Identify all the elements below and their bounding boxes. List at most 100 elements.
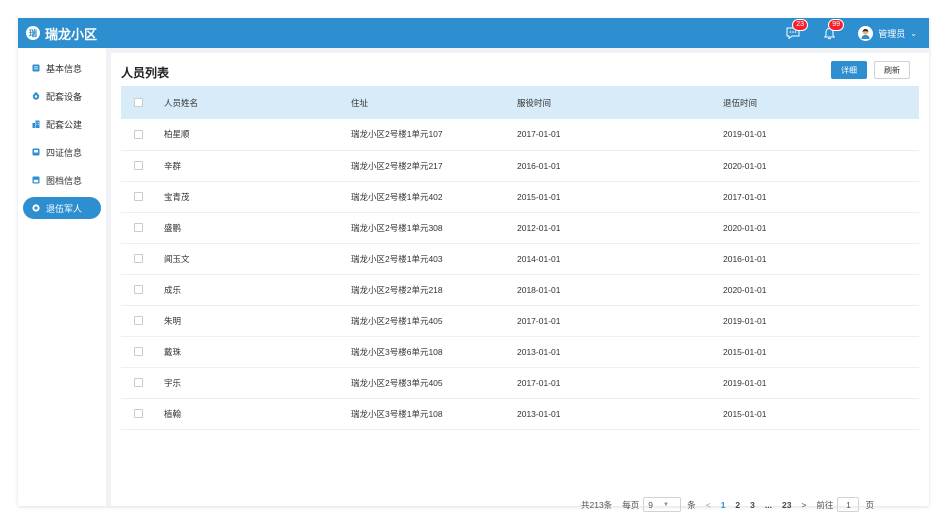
per-page-select[interactable]: 9 ▼ [643,497,682,512]
table-row[interactable]: 戴珠 瑞龙小区3号楼6单元108 2013-01-01 2015-01-01 [121,336,919,367]
cell-service-date: 2017-01-01 [517,377,561,388]
page-2-button[interactable]: 2 [735,500,740,510]
cell-retire-date: 2019-01-01 [723,129,767,140]
refresh-button[interactable]: 刷新 [874,61,910,79]
sidebar-item-basic-info[interactable]: 基本信息 [23,57,101,79]
per-page-value: 9 [648,499,653,510]
pagination: 共213条 每页 9 ▼ 条 < 1 2 3 ... 23 > 前往 1 页 [581,497,874,512]
table-row[interactable]: 成乐 瑞龙小区2号楼2单元218 2018-01-01 2020-01-01 [121,274,919,305]
cell-name: 闻玉文 [164,253,190,264]
cell-name: 植翰 [164,408,182,419]
cell-service-date: 2016-01-01 [517,160,561,171]
row-checkbox[interactable] [134,192,143,201]
logo-icon: 瑞 [26,26,40,40]
notifications-badge: 99 [828,19,845,31]
cell-service-date: 2012-01-01 [517,222,561,233]
cell-name: 宇乐 [164,377,182,388]
cell-retire-date: 2015-01-01 [723,408,767,419]
detail-button[interactable]: 详细 [831,61,867,79]
table-row[interactable]: 闻玉文 瑞龙小区2号楼1单元403 2014-01-01 2016-01-01 [121,243,919,274]
row-checkbox[interactable] [134,316,143,325]
sidebar-item-label: 四证信息 [46,147,83,158]
building-icon [32,120,40,128]
messages-badge: 23 [792,19,809,31]
cell-address: 瑞龙小区2号楼3单元405 [351,377,443,388]
table-header-row: 人员姓名 住址 服役时间 退伍时间 [121,86,919,119]
page-title: 人员列表 [121,66,170,80]
cell-retire-date: 2020-01-01 [723,222,767,233]
device-icon [32,92,40,100]
page-ellipsis[interactable]: ... [765,500,772,510]
cell-name: 成乐 [164,284,182,295]
prev-page-button[interactable]: < [706,500,711,510]
user-name: 管理员 [878,28,906,39]
cell-address: 瑞龙小区2号楼2单元218 [351,284,443,295]
sidebar-item-archives[interactable]: 图档信息 [23,169,101,191]
personnel-table: 人员姓名 住址 服役时间 退伍时间 柏星顺 瑞龙小区2号楼1单元107 2017-0… [121,86,919,430]
column-header-retire-date: 退伍时间 [723,97,758,108]
row-checkbox[interactable] [134,161,143,170]
notifications-button[interactable]: 99 [818,19,845,42]
goto-label: 前往 [816,499,834,510]
table-row[interactable]: 朱明 瑞龙小区2号楼1单元405 2017-01-01 2019-01-01 [121,305,919,336]
cell-service-date: 2013-01-01 [517,408,561,419]
cell-retire-date: 2019-01-01 [723,315,767,326]
cell-address: 瑞龙小区2号楼1单元405 [351,315,443,326]
cell-service-date: 2013-01-01 [517,346,561,357]
table-row[interactable]: 植翰 瑞龙小区3号楼1单元108 2013-01-01 2015-01-01 [121,398,919,429]
sidebar-item-label: 配套公建 [46,119,83,130]
table-row[interactable]: 盛鹏 瑞龙小区2号楼1单元308 2012-01-01 2020-01-01 [121,212,919,243]
select-all-checkbox[interactable] [134,98,143,107]
sidebar-item-devices[interactable]: 配套设备 [23,85,101,107]
user-menu[interactable]: 管理员 ⌄ [858,25,917,41]
per-page-unit: 条 [687,499,696,510]
cell-name: 辛群 [164,160,182,171]
row-checkbox[interactable] [134,254,143,263]
cell-name: 柏星顺 [164,129,190,140]
sidebar-item-veterans[interactable]: 退伍军人 [23,197,101,219]
messages-button[interactable]: 23 [782,19,809,42]
table-row[interactable]: 宇乐 瑞龙小区2号楼3单元405 2017-01-01 2019-01-01 [121,367,919,398]
page-3-button[interactable]: 3 [750,500,755,510]
cell-name: 朱明 [164,315,182,326]
goto-page-input[interactable]: 1 [837,497,860,512]
cell-name: 盛鹏 [164,222,182,233]
cell-address: 瑞龙小区3号楼6单元108 [351,346,443,357]
logo[interactable]: 瑞 瑞龙小区 [26,24,97,43]
row-checkbox[interactable] [134,223,143,232]
chevron-down-icon: ⌄ [910,28,917,38]
table-row[interactable]: 辛群 瑞龙小区2号楼2单元217 2016-01-01 2020-01-01 [121,150,919,181]
row-checkbox[interactable] [134,129,143,139]
next-page-button[interactable]: > [801,500,806,510]
cell-retire-date: 2020-01-01 [723,284,767,295]
cell-address: 瑞龙小区2号楼1单元107 [351,129,443,140]
row-checkbox[interactable] [134,378,143,387]
table-row[interactable]: 宝青茂 瑞龙小区2号楼1单元402 2015-01-01 2017-01-01 [121,181,919,212]
sidebar-item-certificates[interactable]: 四证信息 [23,141,101,163]
per-page-label: 每页 [622,499,640,510]
certificate-icon [32,148,40,156]
avatar [858,25,874,41]
cell-address: 瑞龙小区2号楼1单元403 [351,253,443,264]
sidebar-item-public-buildings[interactable]: 配套公建 [23,113,101,135]
cell-service-date: 2018-01-01 [517,284,561,295]
page-23-button[interactable]: 23 [782,500,791,510]
sidebar-item-label: 退伍军人 [46,203,83,214]
column-header-address: 住址 [351,97,369,108]
row-checkbox[interactable] [134,409,143,418]
cell-service-date: 2017-01-01 [517,129,561,140]
caret-down-icon: ▼ [662,501,669,508]
sidebar: 基本信息 配套设备 配套公建 四证信息 图档信息 退伍军人 [18,48,106,506]
archive-icon [32,176,40,184]
row-checkbox[interactable] [134,285,143,294]
table-row[interactable]: 柏星顺 瑞龙小区2号楼1单元107 2017-01-01 2019-01-01 [121,119,919,150]
sidebar-item-label: 图档信息 [46,175,83,186]
main-content: 人员列表 详细 刷新 人员姓名 住址 服役时间 退伍时间 柏星顺瑞龙小区2号楼1… [111,53,929,512]
page-1-button[interactable]: 1 [721,500,726,510]
row-checkbox[interactable] [134,347,143,356]
cell-service-date: 2015-01-01 [517,191,561,202]
app-frame: 瑞 瑞龙小区 23 99 管理员 ⌄ 基本信息 配套设备 配套公建 四证信息 图… [18,18,929,512]
cell-address: 瑞龙小区2号楼1单元308 [351,222,443,233]
cell-address: 瑞龙小区2号楼2单元217 [351,160,443,171]
cell-address: 瑞龙小区2号楼1单元402 [351,191,443,202]
